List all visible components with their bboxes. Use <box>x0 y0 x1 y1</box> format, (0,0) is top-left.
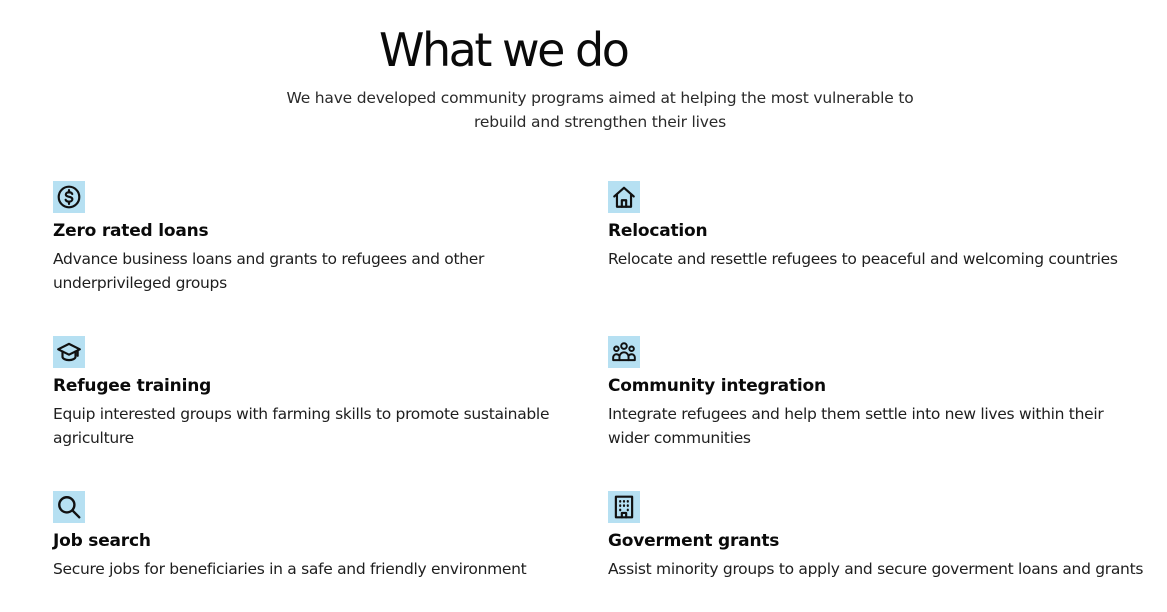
feature-relocation: Relocation Relocate and resettle refugee… <box>608 181 1148 271</box>
graduation-cap-icon <box>53 336 85 368</box>
feature-title: Community integration <box>608 376 826 396</box>
feature-description: Equip interested groups with farming ski… <box>53 405 550 447</box>
feature-title: Job search <box>53 531 151 551</box>
building-icon <box>608 491 640 523</box>
feature-description: Integrate refugees and help them settle … <box>608 405 1104 447</box>
feature-title: Goverment grants <box>608 531 780 551</box>
feature-description: Assist minority groups to apply and secu… <box>608 560 1144 578</box>
feature-title: Refugee training <box>53 376 212 396</box>
section-title: What we do <box>379 23 630 77</box>
dollar-circle-icon <box>53 181 85 213</box>
feature-goverment-grants: Goverment grants Assist minority groups … <box>608 491 1158 581</box>
feature-refugee-training: Refugee training Equip interested groups… <box>53 336 593 450</box>
feature-job-search: Job search Secure jobs for beneficiaries… <box>53 491 593 581</box>
feature-title: Zero rated loans <box>53 221 209 241</box>
people-group-icon <box>608 336 640 368</box>
feature-description: Relocate and resettle refugees to peacef… <box>608 250 1118 268</box>
feature-community-integration: Community integration Integrate refugees… <box>608 336 1148 450</box>
search-icon <box>53 491 85 523</box>
section-subtitle: We have developed community programs aim… <box>286 89 914 131</box>
feature-description: Secure jobs for beneficiaries in a safe … <box>53 560 527 578</box>
feature-title: Relocation <box>608 221 708 241</box>
feature-zero-rated-loans: Zero rated loans Advance business loans … <box>53 181 593 295</box>
feature-description: Advance business loans and grants to ref… <box>53 250 485 292</box>
home-icon <box>608 181 640 213</box>
